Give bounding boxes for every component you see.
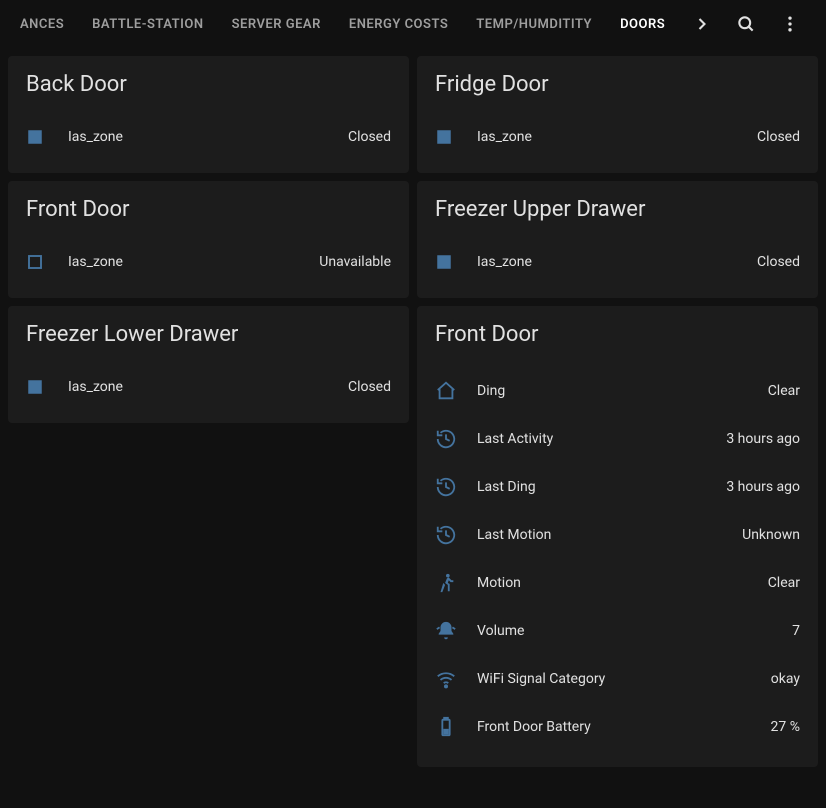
- row-label: Last Ding: [477, 479, 726, 495]
- sensor-label: Ias_zone: [477, 254, 757, 270]
- row-last-activity[interactable]: Last Activity 3 hours ago: [435, 415, 800, 463]
- sensor-status: Closed: [348, 379, 391, 395]
- card-freezer-lower[interactable]: Freezer Lower Drawer Ias_zone Closed: [8, 306, 409, 423]
- sensor-row[interactable]: Ias_zone Unavailable: [26, 242, 391, 282]
- row-wifi[interactable]: WiFi Signal Category okay: [435, 655, 800, 703]
- history-icon: [435, 428, 477, 450]
- card-front-door-detail[interactable]: Front Door Ding Clear Last Activity 3 ho…: [417, 306, 818, 767]
- tab-battle-station[interactable]: BATTLE-STATION: [80, 0, 215, 48]
- sensor-status: Closed: [348, 129, 391, 145]
- card-back-door[interactable]: Back Door Ias_zone Closed: [8, 56, 409, 173]
- card-title: Fridge Door: [435, 72, 800, 97]
- row-value: okay: [771, 671, 800, 687]
- square-filled-icon: [435, 253, 477, 271]
- card-title: Freezer Lower Drawer: [26, 322, 391, 347]
- sensor-status: Closed: [757, 129, 800, 145]
- row-label: Last Motion: [477, 527, 742, 543]
- search-icon[interactable]: [726, 4, 766, 44]
- row-label: Front Door Battery: [477, 719, 771, 735]
- row-label: Last Activity: [477, 431, 726, 447]
- square-outline-icon: [26, 253, 68, 271]
- row-last-motion[interactable]: Last Motion Unknown: [435, 511, 800, 559]
- sensor-row[interactable]: Ias_zone Closed: [435, 242, 800, 282]
- row-value: Clear: [768, 575, 800, 591]
- row-volume[interactable]: Volume 7: [435, 607, 800, 655]
- card-title: Back Door: [26, 72, 391, 97]
- tab-doors[interactable]: DOORS: [608, 0, 677, 48]
- sensor-label: Ias_zone: [68, 379, 348, 395]
- wifi-icon: [435, 668, 477, 690]
- row-value: Clear: [768, 383, 800, 399]
- sensor-row[interactable]: Ias_zone Closed: [435, 117, 800, 157]
- sensor-row[interactable]: Ias_zone Closed: [26, 367, 391, 407]
- square-filled-icon: [435, 128, 477, 146]
- card-title: Freezer Upper Drawer: [435, 197, 800, 222]
- row-value: 27 %: [771, 719, 800, 735]
- sensor-label: Ias_zone: [68, 129, 348, 145]
- card-title: Front Door: [26, 197, 391, 222]
- row-label: Volume: [477, 623, 792, 639]
- sensor-status: Closed: [757, 254, 800, 270]
- chevron-right-icon[interactable]: [682, 4, 722, 44]
- tab-bar: ANCES BATTLE-STATION SERVER GEAR ENERGY …: [0, 0, 826, 48]
- tab-server-gear[interactable]: SERVER GEAR: [220, 0, 333, 48]
- tab-ances[interactable]: ANCES: [8, 0, 76, 48]
- card-front-door[interactable]: Front Door Ias_zone Unavailable: [8, 181, 409, 298]
- row-label: Motion: [477, 575, 768, 591]
- row-value: 7: [792, 623, 800, 639]
- card-title: Front Door: [435, 322, 800, 347]
- row-value: 3 hours ago: [726, 479, 800, 495]
- dashboard-grid: Back Door Ias_zone Closed Fridge Door Ia…: [0, 48, 826, 775]
- row-label: Ding: [477, 383, 768, 399]
- bell-icon: [435, 620, 477, 642]
- battery-icon: [435, 716, 477, 738]
- square-filled-icon: [26, 378, 68, 396]
- row-ding[interactable]: Ding Clear: [435, 367, 800, 415]
- sensor-label: Ias_zone: [68, 254, 319, 270]
- row-last-ding[interactable]: Last Ding 3 hours ago: [435, 463, 800, 511]
- row-value: 3 hours ago: [726, 431, 800, 447]
- card-freezer-upper[interactable]: Freezer Upper Drawer Ias_zone Closed: [417, 181, 818, 298]
- row-battery[interactable]: Front Door Battery 27 %: [435, 703, 800, 751]
- card-fridge-door[interactable]: Fridge Door Ias_zone Closed: [417, 56, 818, 173]
- history-icon: [435, 524, 477, 546]
- sensor-label: Ias_zone: [477, 129, 757, 145]
- square-filled-icon: [26, 128, 68, 146]
- sensor-row[interactable]: Ias_zone Closed: [26, 117, 391, 157]
- row-motion[interactable]: Motion Clear: [435, 559, 800, 607]
- row-label: WiFi Signal Category: [477, 671, 771, 687]
- history-icon: [435, 476, 477, 498]
- sensor-status: Unavailable: [319, 254, 391, 270]
- more-icon[interactable]: [770, 4, 810, 44]
- home-icon: [435, 380, 477, 402]
- row-value: Unknown: [742, 527, 800, 543]
- motion-icon: [435, 572, 477, 594]
- tab-temp-humidity[interactable]: TEMP/HUMDITITY: [464, 0, 604, 48]
- tab-energy-costs[interactable]: ENERGY COSTS: [337, 0, 460, 48]
